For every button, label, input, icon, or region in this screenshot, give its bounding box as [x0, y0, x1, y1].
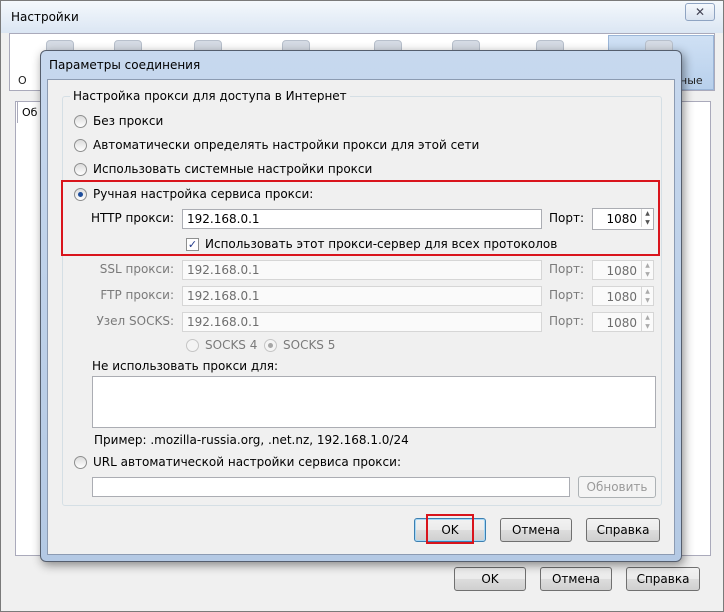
socks-port-stepper[interactable]: 1080 ▲ ▼ [592, 312, 654, 332]
spin-down-icon[interactable]: ▼ [642, 270, 653, 279]
http-proxy-label: HTTP прокси: [90, 211, 174, 225]
auto-url-option[interactable]: URL автоматической настройки сервиса про… [74, 455, 401, 469]
manual-proxy-label: Ручная настройка сервиса прокси: [93, 187, 314, 201]
ssl-port-stepper[interactable]: 1080 ▲ ▼ [592, 260, 654, 280]
ftp-port-label: Порт: [548, 288, 584, 302]
spin-up-icon[interactable]: ▲ [642, 287, 653, 296]
connection-settings-dialog: Параметры соединения Настройка прокси дл… [40, 50, 682, 562]
spin-down-icon[interactable]: ▼ [642, 296, 653, 305]
ftp-proxy-input[interactable]: 192.168.0.1 [182, 286, 542, 306]
ssl-proxy-label: SSL прокси: [99, 262, 174, 276]
dialog-title: Параметры соединения [49, 58, 201, 72]
no-proxy-radio[interactable] [74, 114, 87, 128]
socks4-label: SOCKS 4 [205, 338, 258, 352]
ssl-port-label: Порт: [548, 262, 584, 276]
reload-button[interactable]: Обновить [578, 476, 656, 498]
spin-up-icon[interactable]: ▲ [642, 261, 653, 270]
system-proxy-label: Использовать системные настройки прокси [93, 162, 373, 176]
auto-detect-label: Автоматически определять настройки прокс… [93, 138, 480, 152]
toolbar-label-advanced-partial: ные [680, 74, 703, 87]
ssl-port-arrows: ▲ ▼ [641, 261, 653, 279]
spin-up-icon[interactable]: ▲ [642, 313, 653, 322]
http-port-value: 1080 [606, 212, 637, 226]
socks5-option[interactable]: SOCKS 5 [264, 338, 335, 352]
use-for-all-option[interactable]: ✓ Использовать этот прокси-сервер для вс… [186, 237, 557, 251]
spin-up-icon[interactable]: ▲ [642, 209, 653, 218]
ftp-port-arrows: ▲ ▼ [641, 287, 653, 305]
proxy-group-title: Настройка прокси для доступа в Интернет [70, 89, 350, 103]
close-icon[interactable]: ✕ [685, 3, 715, 21]
socks-host-label: Узел SOCKS: [96, 314, 174, 328]
auto-detect-option[interactable]: Автоматически определять настройки прокс… [74, 138, 479, 152]
auto-detect-radio[interactable] [74, 138, 87, 152]
socks4-radio[interactable] [186, 338, 199, 352]
ok-button[interactable]: OK [414, 518, 486, 542]
socks-host-input[interactable]: 192.168.0.1 [182, 312, 542, 332]
system-proxy-radio[interactable] [74, 162, 87, 176]
toolbar-label-partial: О [18, 74, 27, 87]
socks5-label: SOCKS 5 [283, 338, 336, 352]
system-proxy-option[interactable]: Использовать системные настройки прокси [74, 162, 372, 176]
settings-titlebar: Настройки ✕ [1, 1, 723, 33]
no-proxy-label: Без прокси [93, 114, 164, 128]
help-button[interactable]: Справка [586, 518, 660, 542]
socks-port-arrows: ▲ ▼ [641, 313, 653, 331]
socks4-option[interactable]: SOCKS 4 [186, 338, 257, 352]
dialog-body: Настройка прокси для доступа в Интернет … [47, 79, 675, 555]
auto-url-label: URL автоматической настройки сервиса про… [93, 455, 401, 469]
http-port-arrows: ▲ ▼ [641, 209, 653, 227]
no-proxy-option[interactable]: Без прокси [74, 114, 163, 128]
ftp-port-stepper[interactable]: 1080 ▲ ▼ [592, 286, 654, 306]
ssl-proxy-input[interactable]: 192.168.0.1 [182, 260, 542, 280]
no-proxy-for-label: Не использовать прокси для: [92, 359, 279, 373]
socks-port-value: 1080 [606, 316, 637, 330]
auto-url-input[interactable] [92, 477, 570, 497]
spin-down-icon[interactable]: ▼ [642, 218, 653, 227]
settings-cancel-button[interactable]: Отмена [540, 567, 612, 591]
manual-proxy-option[interactable]: Ручная настройка сервиса прокси: [74, 187, 313, 201]
cancel-button[interactable]: Отмена [500, 518, 572, 542]
use-for-all-label: Использовать этот прокси-сервер для всех… [205, 237, 558, 251]
ssl-port-value: 1080 [606, 264, 637, 278]
manual-proxy-radio[interactable] [74, 187, 87, 201]
socks5-radio[interactable] [264, 338, 277, 352]
settings-window-title: Настройки [11, 10, 79, 24]
http-port-label: Порт: [548, 211, 584, 225]
auto-url-radio[interactable] [74, 455, 87, 469]
http-proxy-input[interactable]: 192.168.0.1 [182, 209, 542, 229]
settings-ok-button[interactable]: OK [454, 567, 526, 591]
http-port-stepper[interactable]: 1080 ▲ ▼ [592, 208, 654, 230]
use-for-all-checkbox[interactable]: ✓ [186, 237, 199, 251]
no-proxy-for-textarea[interactable] [92, 376, 656, 428]
settings-help-button[interactable]: Справка [626, 567, 700, 591]
ftp-proxy-label: FTP прокси: [100, 288, 174, 302]
ftp-port-value: 1080 [606, 290, 637, 304]
no-proxy-example: Пример: .mozilla-russia.org, .net.nz, 19… [94, 433, 409, 447]
socks-port-label: Порт: [548, 314, 584, 328]
spin-down-icon[interactable]: ▼ [642, 322, 653, 331]
